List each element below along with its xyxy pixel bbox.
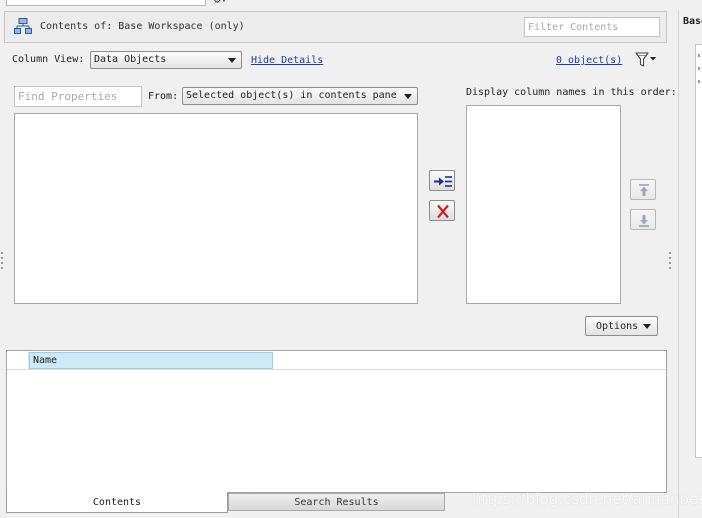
top-field[interactable]	[6, 0, 206, 6]
chevron-down-icon	[228, 58, 236, 63]
move-up-icon	[639, 184, 649, 196]
filter-contents-input[interactable]	[524, 17, 660, 37]
from-label: From:	[148, 91, 179, 102]
right-panel-tab[interactable]: Base	[683, 16, 702, 27]
tab-search-results[interactable]: Search Results	[228, 493, 445, 511]
workspace-title: Contents of: Base Workspace (only)	[40, 21, 245, 32]
display-columns-list[interactable]	[466, 105, 621, 304]
gear-icon[interactable]: ⚙▾	[214, 0, 236, 6]
column-view-select[interactable]: Data Objects	[90, 51, 242, 69]
add-column-icon	[434, 176, 452, 187]
display-columns-label: Display column names in this order:	[466, 87, 677, 98]
column-view-value: Data Objects	[94, 54, 167, 65]
chevron-down-icon	[643, 324, 651, 329]
splitter-handle-right[interactable]	[669, 252, 672, 270]
from-select-value: Selected object(s) in contents pane	[186, 90, 397, 101]
move-down-button[interactable]	[630, 209, 656, 230]
right-panel-marks	[698, 54, 702, 104]
chevron-down-icon	[404, 94, 412, 99]
remove-column-icon	[437, 204, 449, 219]
workspace-table[interactable]	[6, 350, 667, 493]
splitter-handle-left[interactable]	[1, 252, 4, 270]
move-down-icon	[639, 215, 649, 227]
object-count-link[interactable]: 0 object(s)	[556, 55, 622, 66]
row-header-gutter	[7, 351, 29, 370]
filter-funnel-icon[interactable]	[633, 52, 659, 68]
watermark: https://blog.csdn.net/annanbest	[472, 490, 702, 508]
column-header-name[interactable]: Name	[29, 352, 273, 369]
hide-details-link[interactable]: Hide Details	[251, 55, 323, 66]
options-label: Options	[596, 321, 639, 332]
right-panel-content[interactable]	[695, 44, 702, 458]
find-properties-input[interactable]	[14, 86, 142, 107]
from-select[interactable]: Selected object(s) in contents pane	[182, 87, 418, 105]
remove-column-button[interactable]	[429, 200, 455, 221]
column-view-label: Column View:	[12, 54, 85, 65]
tab-contents[interactable]: Contents	[6, 492, 228, 513]
add-column-button[interactable]	[429, 170, 455, 191]
workspace-icon	[14, 18, 32, 34]
options-button[interactable]: Options	[585, 316, 658, 336]
move-up-button[interactable]	[630, 179, 656, 200]
available-properties-list[interactable]	[14, 113, 418, 304]
